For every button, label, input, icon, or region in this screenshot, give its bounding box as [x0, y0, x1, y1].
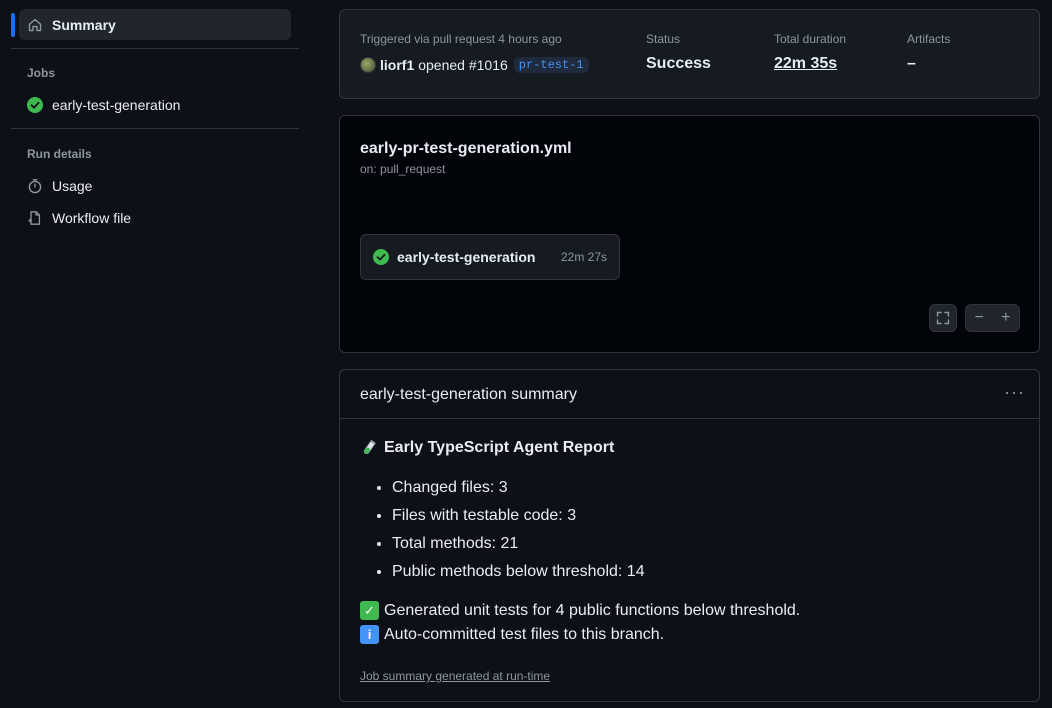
duration-link[interactable]: 22m 35s: [774, 55, 837, 73]
run-info-card: Triggered via pull request 4 hours ago l…: [339, 9, 1040, 99]
home-icon: [27, 17, 43, 33]
list-item: Public methods below threshold: 14: [392, 562, 645, 590]
check-mark-icon: ✓: [360, 601, 379, 620]
run-details-section-label: Run details: [27, 147, 92, 161]
branch-chip[interactable]: pr-test-1: [513, 57, 589, 73]
trigger-action-link[interactable]: opened #1016: [418, 57, 508, 73]
divider: [11, 128, 299, 129]
list-item: Total methods: 21: [392, 534, 645, 562]
active-indicator: [11, 13, 15, 37]
trigger-line: liorf1 opened #1016 pr-test-1: [360, 57, 589, 73]
fullscreen-button[interactable]: [929, 304, 957, 332]
sidebar-item-label: Usage: [52, 177, 93, 194]
test-tube-icon: [360, 439, 378, 457]
summary-header: early-test-generation summary ···: [340, 370, 1039, 419]
trigger-user-link[interactable]: liorf1: [380, 57, 414, 73]
sidebar: Summary Jobs early-test-generation Run d…: [0, 0, 310, 708]
sidebar-item-label: Summary: [52, 16, 116, 33]
status-label: Status: [646, 32, 681, 46]
sidebar-item-label: Workflow file: [52, 209, 132, 226]
duration-label: Total duration: [774, 32, 847, 46]
report-title-text: Early TypeScript Agent Report: [384, 439, 615, 456]
artifacts-value: –: [907, 55, 916, 72]
divider: [11, 48, 299, 49]
report-title: Early TypeScript Agent Report: [360, 439, 614, 457]
zoom-controls: − +: [965, 304, 1020, 332]
summary-title: early-test-generation summary: [360, 386, 577, 403]
workflow-graph-card: early-pr-test-generation.yml on: pull_re…: [339, 115, 1040, 353]
sidebar-item-workflow-file[interactable]: Workflow file: [19, 202, 291, 233]
jobs-section-label: Jobs: [27, 66, 56, 80]
kebab-menu-icon[interactable]: ···: [1004, 382, 1025, 403]
list-item: Changed files: 3: [392, 478, 645, 506]
sidebar-item-summary[interactable]: Summary: [19, 9, 291, 40]
status-value: Success: [646, 55, 711, 72]
workflow-file-name: early-pr-test-generation.yml: [360, 140, 572, 157]
zoom-out-button[interactable]: −: [966, 305, 993, 331]
sidebar-item-label: early-test-generation: [52, 96, 181, 113]
note-generated: ✓ Generated unit tests for 4 public func…: [360, 601, 800, 620]
job-summary-card: early-test-generation summary ··· Early …: [339, 369, 1040, 702]
note-text: Generated unit tests for 4 public functi…: [384, 601, 801, 619]
avatar[interactable]: [360, 57, 376, 73]
workflow-trigger: on: pull_request: [360, 162, 446, 176]
stopwatch-icon: [27, 178, 43, 194]
zoom-in-button[interactable]: +: [993, 305, 1020, 331]
job-node[interactable]: early-test-generation 22m 27s: [360, 234, 620, 280]
fullscreen-icon: [935, 310, 951, 326]
trigger-label: Triggered via pull request 4 hours ago: [360, 32, 562, 46]
check-circle-icon: [27, 96, 43, 113]
artifacts-label: Artifacts: [907, 32, 951, 46]
list-item: Files with testable code: 3: [392, 506, 645, 534]
report-stats-list: Changed files: 3 Files with testable cod…: [392, 478, 645, 590]
sidebar-item-job[interactable]: early-test-generation: [19, 89, 291, 120]
job-node-name: early-test-generation: [397, 249, 536, 265]
info-icon: i: [360, 625, 379, 644]
check-circle-icon: [373, 249, 389, 265]
job-node-duration: 22m 27s: [560, 250, 607, 264]
note-text: Auto-committed test files to this branch…: [384, 625, 665, 643]
note-committed: i Auto-committed test files to this bran…: [360, 625, 664, 644]
file-icon: [27, 210, 43, 226]
summary-footer-link[interactable]: Job summary generated at run-time: [360, 669, 550, 683]
sidebar-item-usage[interactable]: Usage: [19, 170, 291, 201]
